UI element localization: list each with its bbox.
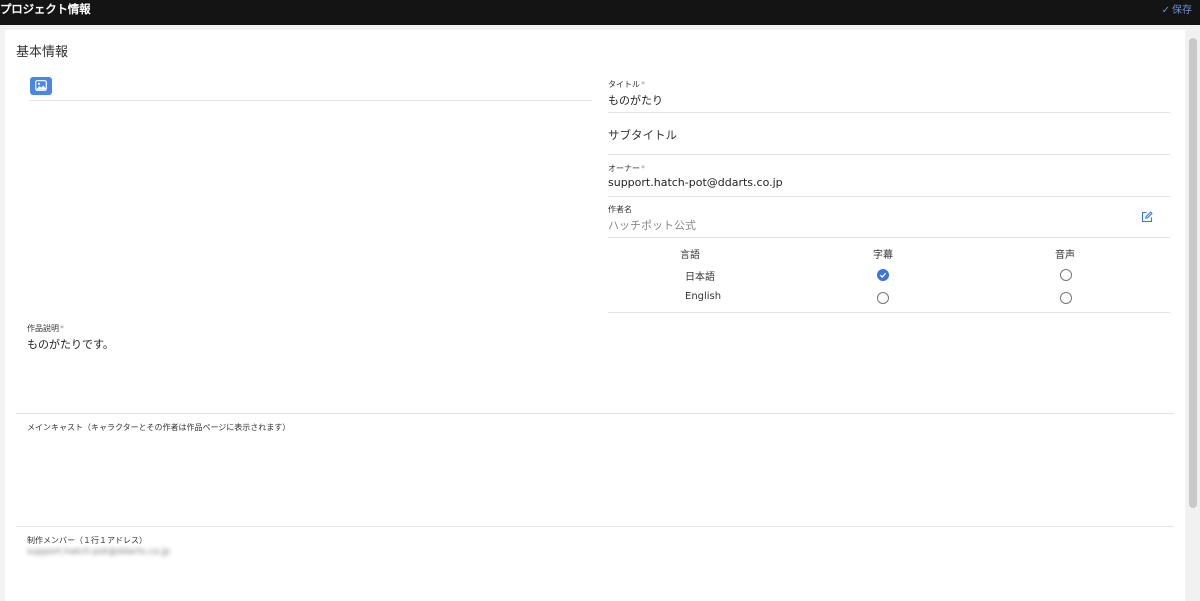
title-input[interactable]: ものがたり (608, 92, 663, 108)
edit-icon[interactable] (1141, 211, 1153, 223)
japanese-audio-radio[interactable] (1060, 269, 1072, 281)
author-input[interactable]: ハッチポット公式 (608, 217, 696, 233)
save-label: 保存 (1172, 5, 1192, 16)
description-underline (16, 413, 1174, 414)
save-button[interactable]: ✓ 保存 (1162, 1, 1192, 16)
members-label: 制作メンバー（１行１アドレス） (27, 536, 147, 545)
image-divider (30, 100, 592, 101)
english-audio-radio[interactable] (1060, 292, 1072, 304)
title-underline (608, 112, 1170, 113)
author-label: 作者名 (608, 205, 632, 214)
members-textarea[interactable]: support.hatch-pot@ddarts.co.jp (27, 547, 170, 557)
main-cast-underline (16, 526, 1174, 527)
check-icon (879, 272, 887, 278)
image-icon (35, 80, 47, 91)
top-bar: プロジェクト情報 ✓ 保存 (0, 0, 1200, 25)
subtitle-underline (608, 154, 1170, 155)
scrollbar-thumb[interactable] (1189, 38, 1197, 508)
check-icon: ✓ (1161, 5, 1170, 16)
title-label: タイトル* (608, 80, 645, 89)
subtitle-input[interactable]: サブタイトル (608, 127, 677, 143)
basic-info-card: 基本情報 タイトル* ものがたり サブタイトル オーナー* support.ha… (5, 30, 1185, 601)
lang-row-japanese: 日本語 (685, 272, 715, 283)
description-textarea[interactable]: ものがたりです。 (27, 336, 114, 352)
japanese-subtitle-radio[interactable] (877, 269, 889, 281)
owner-input[interactable]: support.hatch-pot@ddarts.co.jp (608, 176, 783, 189)
owner-underline (608, 196, 1170, 197)
lang-row-english: English (685, 291, 722, 302)
section-title: 基本情報 (16, 45, 69, 60)
description-label: 作品説明* (27, 324, 64, 333)
lang-header-language: 言語 (680, 250, 700, 261)
main-cast-label: メインキャスト（キャラクターとその作者は作品ページに表示されます） (27, 423, 291, 432)
english-subtitle-radio[interactable] (877, 292, 889, 304)
lang-header-audio: 音声 (1055, 250, 1075, 261)
author-underline (608, 237, 1170, 238)
page-title: プロジェクト情報 (0, 2, 91, 16)
lang-header-subtitle: 字幕 (873, 250, 893, 261)
image-upload-button[interactable] (30, 77, 52, 95)
main-cast-textarea[interactable] (16, 434, 1174, 524)
owner-label: オーナー* (608, 164, 645, 173)
language-table-underline (608, 312, 1170, 313)
